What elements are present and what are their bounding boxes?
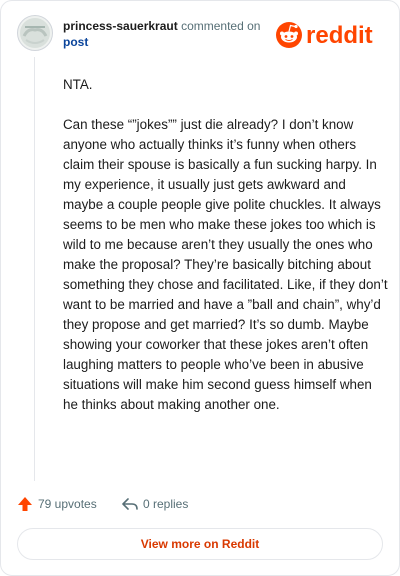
- comment-meta: princess-sauerkraut commented on post: [63, 18, 293, 50]
- thread-line: [34, 57, 35, 481]
- snoo-avatar-icon: [18, 16, 52, 50]
- user-avatar[interactable]: [17, 15, 53, 51]
- reddit-alien-icon: reddit: [276, 22, 373, 49]
- comment-paragraph: Can these “”jokes”” just die already? I …: [63, 117, 388, 412]
- comment-header: princess-sauerkraut commented on post re…: [17, 15, 383, 59]
- commented-on-text: commented on: [177, 19, 261, 33]
- post-link[interactable]: post: [63, 34, 293, 50]
- username-link[interactable]: princess-sauerkraut: [63, 19, 178, 33]
- comment-body: NTA. Can these “”jokes”” just die alread…: [63, 75, 389, 435]
- upvote-button[interactable]: 79 upvotes: [17, 495, 107, 513]
- reply-count: 0 replies: [143, 497, 189, 511]
- reddit-logo[interactable]: reddit: [275, 19, 383, 49]
- reddit-wordmark: reddit: [306, 22, 373, 49]
- reply-button[interactable]: 0 replies: [121, 495, 211, 513]
- view-more-button[interactable]: View more on Reddit: [17, 528, 383, 560]
- embedded-comment-card: princess-sauerkraut commented on post re…: [0, 0, 400, 576]
- comment-paragraph: NTA.: [63, 77, 93, 92]
- reply-arrow-icon: [122, 498, 138, 510]
- upvote-count: 79 upvotes: [38, 497, 97, 511]
- upvote-arrow-icon: [18, 497, 32, 511]
